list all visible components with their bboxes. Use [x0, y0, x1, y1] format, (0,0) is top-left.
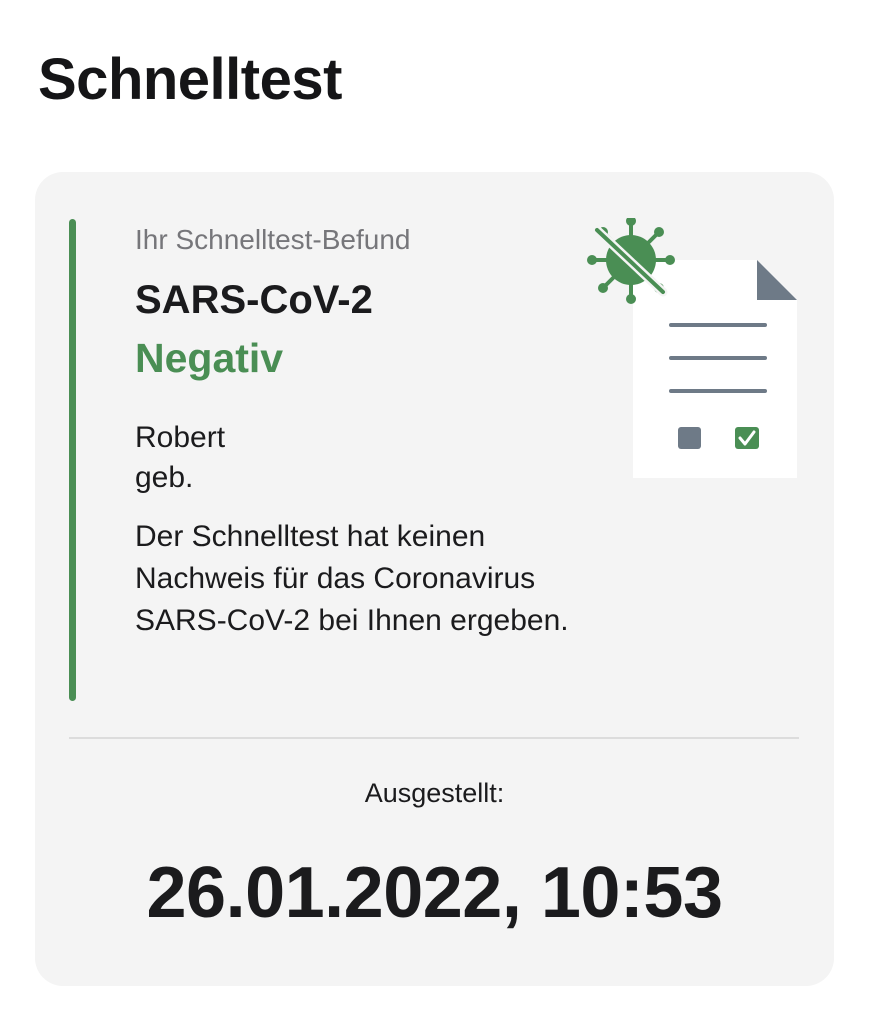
- checkbox-empty-icon: [678, 427, 701, 449]
- result-caption: Ihr Schnelltest-Befund: [135, 224, 411, 255]
- test-name: SARS-CoV-2: [135, 278, 373, 322]
- document-with-crossed-virus-icon: [587, 218, 797, 478]
- result-info: Ihr Schnelltest-Befund SARS-CoV-2 Negati…: [135, 220, 605, 642]
- result-status: Negativ: [135, 335, 284, 381]
- person-birth-date: geb.: [135, 461, 194, 494]
- test-result-card[interactable]: Ihr Schnelltest-Befund SARS-CoV-2 Negati…: [35, 172, 834, 986]
- issued-datetime: 26.01.2022, 10:53: [146, 853, 723, 933]
- page-title: Schnelltest: [38, 47, 342, 112]
- issued-label: Ausgestellt:: [364, 778, 505, 808]
- divider: [69, 737, 799, 739]
- status-accent-bar: [69, 219, 76, 701]
- virus-icon: [587, 218, 675, 304]
- checkbox-checked-icon: [735, 427, 759, 449]
- result-description: Der Schnelltest hat keinen Nachweis für …: [135, 520, 569, 637]
- person-name: Robert: [135, 421, 226, 454]
